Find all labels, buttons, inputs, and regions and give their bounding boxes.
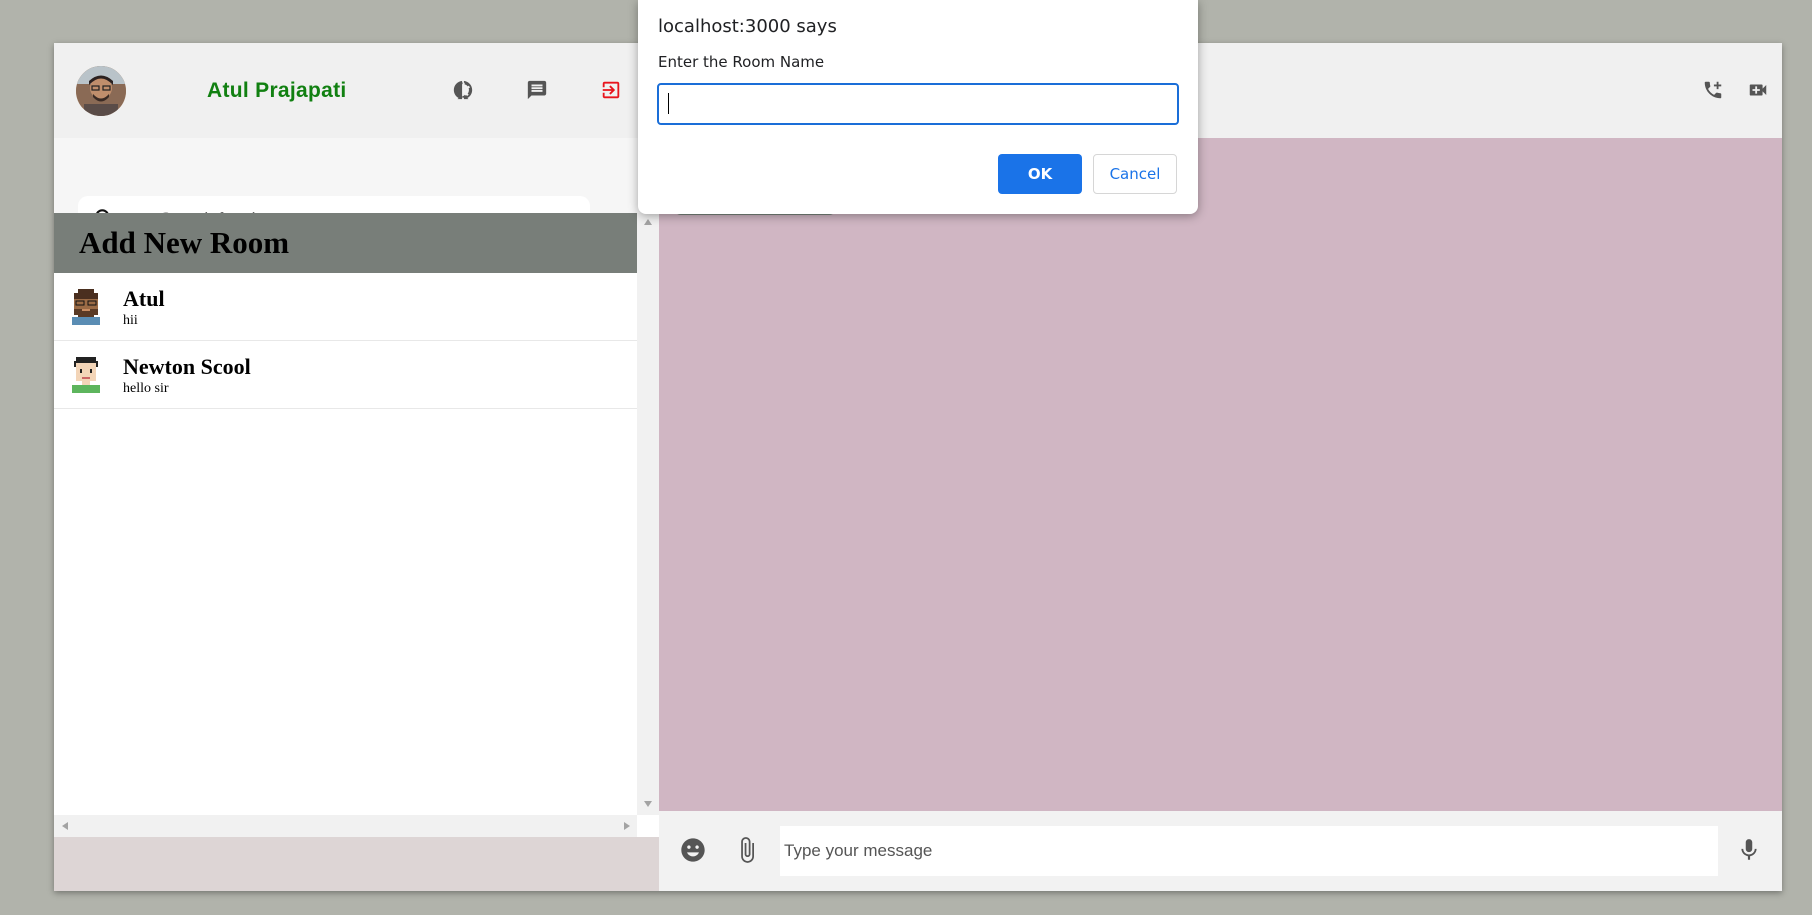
logout-icon[interactable]	[598, 77, 624, 103]
chat-messages-area	[659, 138, 1782, 811]
chat-avatar	[66, 287, 106, 327]
scroll-down-icon[interactable]	[644, 801, 652, 807]
chat-list: Atul hii Newton Scool hello sir	[54, 273, 637, 409]
dialog-title: localhost:3000 says	[658, 16, 837, 37]
status-icon[interactable]	[450, 77, 476, 103]
chat-list-item[interactable]: Atul hii	[54, 273, 637, 341]
chat-last-message: hii	[123, 313, 138, 328]
new-chat-icon[interactable]	[524, 77, 550, 103]
dialog-message: Enter the Room Name	[658, 53, 825, 71]
sidebar-footer	[54, 837, 659, 891]
scroll-right-icon[interactable]	[624, 822, 630, 830]
vertical-scrollbar[interactable]	[637, 213, 659, 815]
chat-name: Atul	[123, 286, 165, 311]
chat-avatar	[66, 355, 106, 395]
add-call-icon[interactable]	[1700, 77, 1726, 103]
profile-avatar[interactable]	[76, 66, 126, 116]
sidebar: Atul Prajapati Add New Room	[54, 43, 659, 891]
video-call-icon[interactable]	[1745, 77, 1771, 103]
message-input[interactable]	[780, 826, 1718, 876]
chat-list-item[interactable]: Newton Scool hello sir	[54, 341, 637, 409]
emoji-icon[interactable]	[678, 835, 708, 865]
chat-name: Newton Scool	[123, 354, 251, 379]
cancel-button[interactable]: Cancel	[1093, 154, 1177, 194]
chat-last-message: hello sir	[123, 381, 169, 396]
room-name-input[interactable]	[657, 83, 1179, 125]
horizontal-scrollbar[interactable]	[54, 815, 637, 837]
text-caret	[668, 93, 669, 114]
sidebar-header: Atul Prajapati	[54, 43, 659, 138]
profile-username: Atul Prajapati	[207, 79, 347, 102]
scroll-left-icon[interactable]	[62, 822, 68, 830]
prompt-dialog: localhost:3000 says Enter the Room Name …	[638, 0, 1198, 214]
add-new-room-button[interactable]: Add New Room	[54, 213, 637, 273]
attach-icon[interactable]	[732, 835, 762, 865]
mic-icon[interactable]	[1734, 835, 1764, 865]
scroll-up-icon[interactable]	[644, 219, 652, 225]
chat-footer	[659, 811, 1782, 891]
ok-button[interactable]: OK	[998, 154, 1082, 194]
